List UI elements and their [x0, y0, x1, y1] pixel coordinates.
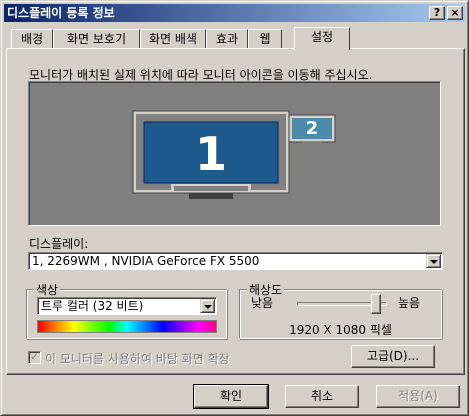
cancel-button[interactable]: 취소: [285, 385, 359, 408]
display-select-value: 1, 2269WM , NVIDIA GeForce FX 5500: [32, 254, 260, 268]
title-bar[interactable]: 디스플레이 등록 정보 ? ×: [4, 4, 465, 22]
monitor-arrangement-area: 1 2: [28, 81, 441, 226]
close-button[interactable]: ×: [447, 6, 463, 20]
monitor-2-number: 2: [305, 118, 319, 139]
extend-desktop-label: 이 모니터를 사용하여 바탕 화면 확장: [45, 352, 230, 366]
color-depth-value: 트루 컬러 (32 비트): [41, 299, 144, 313]
color-dropdown-arrow-icon[interactable]: [200, 299, 215, 313]
resolution-high-label: 높음: [398, 296, 421, 310]
extend-desktop-checkbox[interactable]: ✓: [28, 351, 41, 364]
resolution-slider-thumb[interactable]: [371, 294, 381, 314]
display-properties-window: 디스플레이 등록 정보 ? × 배경 화면 보호기 화면 배색 효과 웹 설정 …: [0, 0, 469, 416]
monitor-arrangement-svg: [132, 110, 336, 199]
tab-strip: 배경 화면 보호기 화면 배색 효과 웹 설정: [6, 27, 466, 50]
color-depth-select[interactable]: 트루 컬러 (32 비트): [37, 297, 217, 315]
advanced-button[interactable]: 고급(D)...: [351, 345, 435, 368]
display-dropdown-arrow-icon[interactable]: [426, 254, 441, 268]
display-label: 디스플레이:: [29, 237, 89, 251]
apply-button[interactable]: 적용(A): [376, 385, 460, 408]
tab-effects[interactable]: 효과: [206, 29, 248, 49]
color-spectrum-bar: [37, 320, 217, 333]
window-title: 디스플레이 등록 정보: [7, 6, 115, 20]
tab-web[interactable]: 웹: [248, 29, 282, 49]
color-group-title: 색상: [34, 281, 61, 298]
help-button[interactable]: ?: [429, 6, 445, 20]
ok-button[interactable]: 확인: [193, 384, 269, 409]
resolution-low-label: 낮음: [251, 296, 274, 310]
tab-appearance[interactable]: 화면 배색: [140, 29, 206, 49]
resolution-value: 1920 X 1080 픽셀: [289, 323, 392, 337]
tab-background[interactable]: 배경: [11, 29, 53, 49]
monitor-1-number: 1: [194, 127, 227, 181]
tab-screen-saver[interactable]: 화면 보호기: [53, 29, 140, 49]
tab-settings[interactable]: 설정: [294, 27, 350, 50]
display-select[interactable]: 1, 2269WM , NVIDIA GeForce FX 5500: [28, 252, 443, 270]
